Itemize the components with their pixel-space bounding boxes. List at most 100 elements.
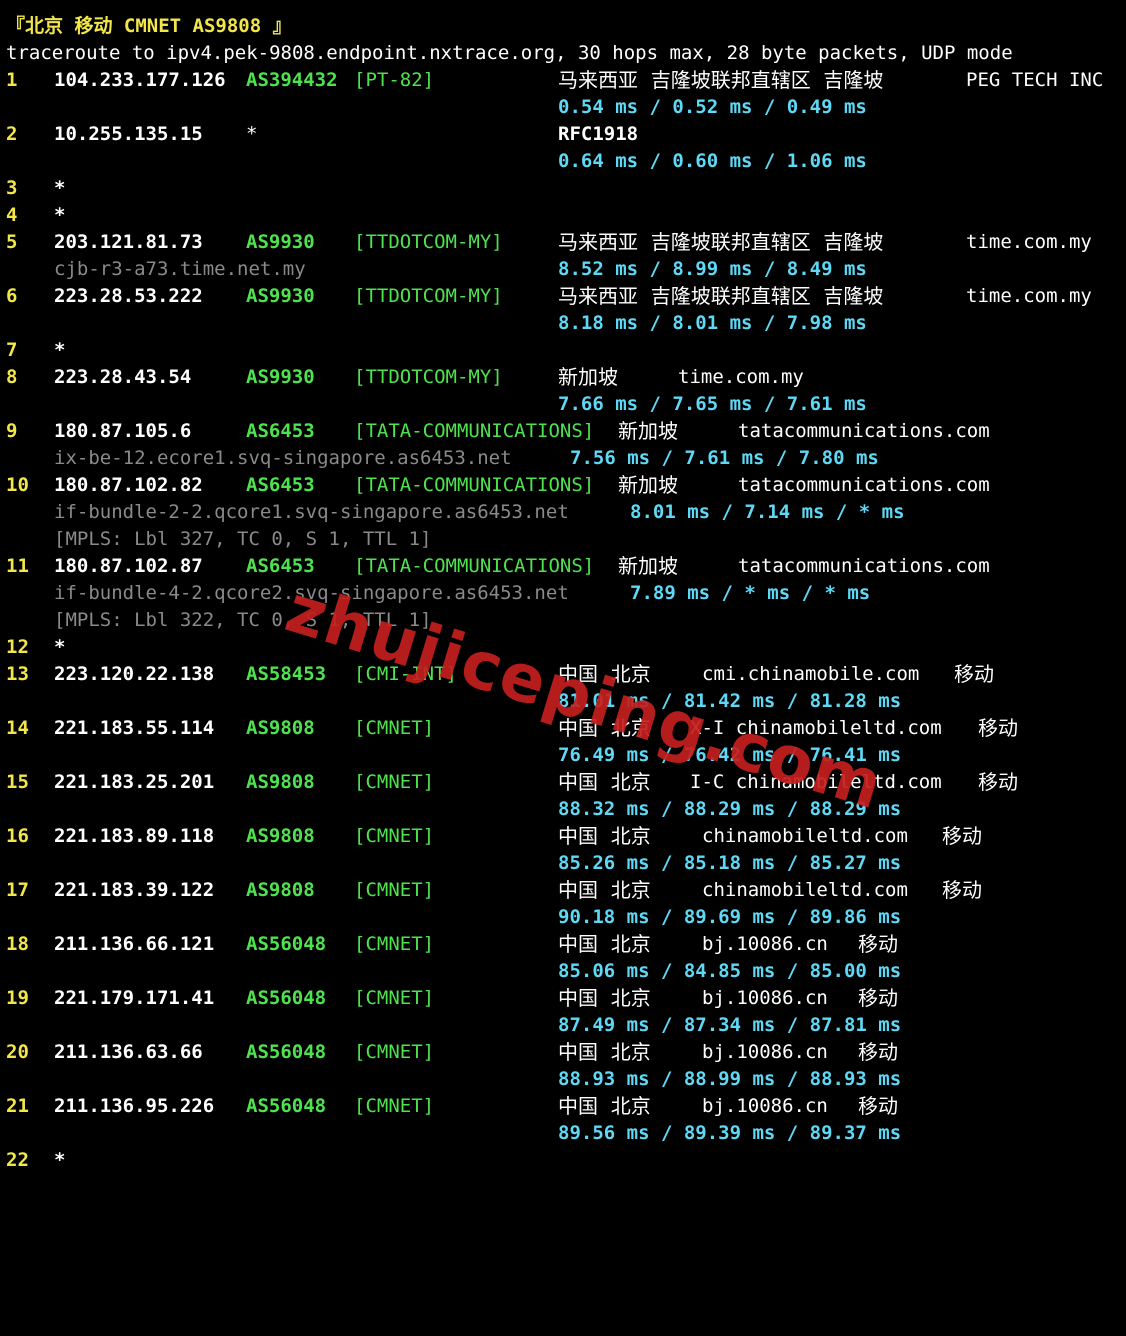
hop-tag: [CMNET] xyxy=(354,879,435,901)
hop-rtt-row: 0.54 ms / 0.52 ms / 0.49 ms xyxy=(0,94,867,121)
hop-geo: 中国 北京 xyxy=(558,770,651,794)
hop-rtt-row: ix-be-12.ecore1.svq-singapore.as6453.net… xyxy=(0,445,879,472)
hop-rtt: 85.26 ms / 85.18 ms / 85.27 ms xyxy=(558,852,902,874)
hop-number: 10 xyxy=(6,474,29,496)
hop-geo: 中国 北京 xyxy=(558,662,651,686)
hop-asn: AS9930 xyxy=(246,366,315,388)
hop-ip: 221.179.171.41 xyxy=(54,987,215,1009)
hop-timeout: * xyxy=(54,339,66,361)
hop-row: 19 221.179.171.41 AS56048 [CMNET] 中国 北京 … xyxy=(0,985,898,1012)
hop-ip: 221.183.89.118 xyxy=(54,825,215,847)
hop-rtt: 8.52 ms / 8.99 ms / 8.49 ms xyxy=(558,258,867,280)
hop-ptr: if-bundle-4-2.qcore2.svq-singapore.as645… xyxy=(54,582,569,604)
hop-timeout: * xyxy=(54,204,66,226)
hop-rtt: 88.93 ms / 88.99 ms / 88.93 ms xyxy=(558,1068,902,1090)
hop-rtt-row: if-bundle-2-2.qcore1.svq-singapore.as645… xyxy=(0,499,905,526)
hop-ip: 211.136.63.66 xyxy=(54,1041,203,1063)
hop-domain: tatacommunications.com xyxy=(738,555,990,577)
hop-geo: 新加坡 xyxy=(618,419,678,443)
hop-ptr: cjb-r3-a73.time.net.my xyxy=(54,258,306,280)
hop-geo: 中国 北京 xyxy=(558,932,651,956)
hop-number: 9 xyxy=(6,420,18,442)
hop-number: 12 xyxy=(6,636,29,658)
hop-geo: 新加坡 xyxy=(618,473,678,497)
hop-row: 9 180.87.105.6 AS6453 [TATA-COMMUNICATIO… xyxy=(0,418,990,445)
hop-domain: time.com.my xyxy=(678,366,804,388)
hop-number: 20 xyxy=(6,1041,29,1063)
hop-asn: AS394432 xyxy=(246,69,338,91)
hop-domain: tatacommunications.com xyxy=(738,420,990,442)
hop-domain: PEG TECH INC xyxy=(966,69,1104,91)
hop-domain: bj.10086.cn xyxy=(702,987,828,1009)
hop-mpls-row: [MPLS: Lbl 322, TC 0, S 1, TTL 1] xyxy=(0,607,432,634)
hop-rtt: 89.56 ms / 89.39 ms / 89.37 ms xyxy=(558,1122,902,1144)
hop-number: 17 xyxy=(6,879,29,901)
trace-title: 『北京 移动 CMNET AS9808 』 xyxy=(6,15,292,37)
hop-asn: AS6453 xyxy=(246,420,315,442)
hop-rtt-row: 81.01 ms / 81.42 ms / 81.28 ms xyxy=(0,688,901,715)
hop-geo: 中国 北京 xyxy=(558,986,651,1010)
hop-geo: 中国 北京 xyxy=(558,716,651,740)
hop-row: 1 104.233.177.126 AS394432 [PT-82] 马来西亚 … xyxy=(0,67,1103,94)
hop-ip: 211.136.95.226 xyxy=(54,1095,215,1117)
hop-timeout: * xyxy=(54,1149,66,1171)
hop-tag: [CMNET] xyxy=(354,1095,435,1117)
hop-number: 21 xyxy=(6,1095,29,1117)
hop-asn: AS9808 xyxy=(246,717,315,739)
hop-number: 22 xyxy=(6,1149,29,1171)
trace-header: traceroute to ipv4.pek-9808.endpoint.nxt… xyxy=(6,42,1013,64)
hop-row: 2 10.255.135.15 * RFC1918 xyxy=(0,121,638,148)
hop-rtt-row: 90.18 ms / 89.69 ms / 89.86 ms xyxy=(0,904,901,931)
hop-asn: AS56048 xyxy=(246,987,327,1009)
hop-row: 12 * xyxy=(0,634,65,661)
hop-tag: [TATA-COMMUNICATIONS] xyxy=(354,555,595,577)
hop-number: 14 xyxy=(6,717,29,739)
hop-rtt-row: 76.49 ms / 76.42 ms / 76.41 ms xyxy=(0,742,901,769)
hop-rtt: 8.18 ms / 8.01 ms / 7.98 ms xyxy=(558,312,867,334)
hop-rtt: 0.54 ms / 0.52 ms / 0.49 ms xyxy=(558,96,867,118)
hop-asn: AS9808 xyxy=(246,771,315,793)
hop-number: 6 xyxy=(6,285,18,307)
hop-isp: 移动 xyxy=(954,662,994,686)
hop-rtt-row: 89.56 ms / 89.39 ms / 89.37 ms xyxy=(0,1120,901,1147)
hop-rtt-row: 87.49 ms / 87.34 ms / 87.81 ms xyxy=(0,1012,901,1039)
hop-geo: 马来西亚 吉隆坡联邦直辖区 吉隆坡 xyxy=(558,284,884,308)
hop-geo: 新加坡 xyxy=(618,554,678,578)
hop-geo: RFC1918 xyxy=(558,123,639,145)
hop-isp: 移动 xyxy=(858,1094,898,1118)
hop-rtt: 0.64 ms / 0.60 ms / 1.06 ms xyxy=(558,150,867,172)
hop-rtt: 7.56 ms / 7.61 ms / 7.80 ms xyxy=(570,447,879,469)
hop-domain: time.com.my xyxy=(966,231,1092,253)
hop-tag: [TTDOTCOM-MY] xyxy=(354,231,503,253)
trace-title-line: 『北京 移动 CMNET AS9808 』 xyxy=(0,13,292,40)
hop-row: 6 223.28.53.222 AS9930 [TTDOTCOM-MY] 马来西… xyxy=(0,283,1092,310)
hop-number: 1 xyxy=(6,69,18,91)
hop-isp: 移动 xyxy=(978,770,1018,794)
hop-number: 4 xyxy=(6,204,18,226)
hop-domain: chinamobileltd.com xyxy=(702,825,908,847)
hop-domain: X-I chinamobileltd.com xyxy=(690,717,942,739)
hop-asn: AS9930 xyxy=(246,231,315,253)
hop-row: 14 221.183.55.114 AS9808 [CMNET] 中国 北京 X… xyxy=(0,715,1018,742)
hop-geo: 中国 北京 xyxy=(558,1094,651,1118)
hop-rtt: 7.66 ms / 7.65 ms / 7.61 ms xyxy=(558,393,867,415)
hop-asn: AS56048 xyxy=(246,933,327,955)
hop-geo: 中国 北京 xyxy=(558,1040,651,1064)
hop-row: 7 * xyxy=(0,337,65,364)
hop-rtt-row: 7.66 ms / 7.65 ms / 7.61 ms xyxy=(0,391,867,418)
hop-rtt-row: 88.32 ms / 88.29 ms / 88.29 ms xyxy=(0,796,901,823)
hop-geo: 马来西亚 吉隆坡联邦直辖区 吉隆坡 xyxy=(558,230,884,254)
hop-asn: AS58453 xyxy=(246,663,327,685)
hop-ip: 223.28.53.222 xyxy=(54,285,203,307)
hop-domain: time.com.my xyxy=(966,285,1092,307)
hop-number: 19 xyxy=(6,987,29,1009)
hop-timeout: * xyxy=(54,636,66,658)
hop-tag: [TTDOTCOM-MY] xyxy=(354,366,503,388)
hop-asn: AS9808 xyxy=(246,825,315,847)
hop-rtt-row: 85.06 ms / 84.85 ms / 85.00 ms xyxy=(0,958,901,985)
hop-row: 8 223.28.43.54 AS9930 [TTDOTCOM-MY] 新加坡 … xyxy=(0,364,804,391)
hop-row: 20 211.136.63.66 AS56048 [CMNET] 中国 北京 b… xyxy=(0,1039,898,1066)
hop-number: 13 xyxy=(6,663,29,685)
hop-ip: 223.28.43.54 xyxy=(54,366,192,388)
hop-isp: 移动 xyxy=(858,932,898,956)
